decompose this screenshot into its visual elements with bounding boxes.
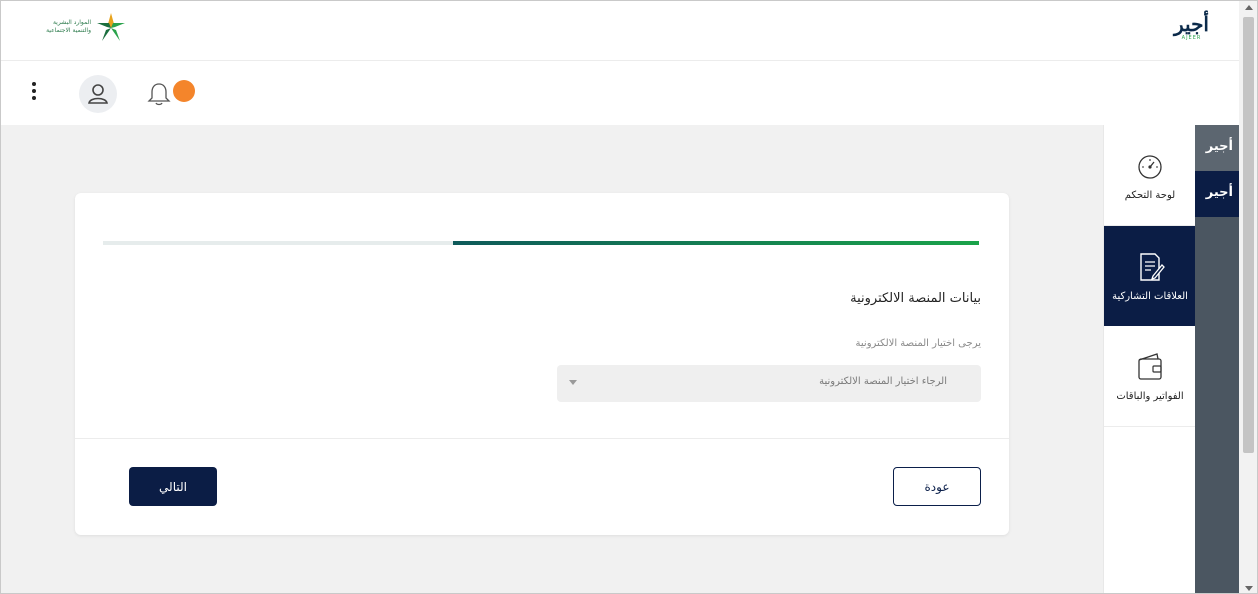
scroll-up-icon[interactable] <box>1245 5 1253 10</box>
bell-icon[interactable] <box>146 81 172 107</box>
rail-item-ajeer[interactable]: أجير <box>1195 125 1239 171</box>
top-header: الموارد البشرية والتنمية الاجتماعية أجير… <box>1 1 1239 61</box>
platform-select[interactable]: الرجاء اختيار المنصة الالكترونية <box>557 365 981 402</box>
scroll-thumb[interactable] <box>1243 17 1254 453</box>
sidebar-item-label: لوحة التحكم <box>1124 190 1176 201</box>
sidebar: لوحة التحكم العلاقات التشاركية الفواتير … <box>1103 125 1196 593</box>
app-rail: أجير أجير <box>1195 125 1239 593</box>
sidebar-item-label: العلاقات التشاركية <box>1112 291 1188 302</box>
platform-select-placeholder: الرجاء اختيار المنصة الالكترونية <box>819 376 947 387</box>
ministry-star-icon <box>97 13 125 41</box>
speedometer-icon <box>1138 155 1162 179</box>
ajeer-logo-word: أجير <box>1174 12 1209 36</box>
card-divider <box>75 438 1009 439</box>
ministry-logo: الموارد البشرية والتنمية الاجتماعية <box>29 11 139 45</box>
sidebar-item-partnerships[interactable]: العلاقات التشاركية <box>1104 226 1196 326</box>
app-window: الموارد البشرية والتنمية الاجتماعية أجير… <box>0 0 1258 594</box>
platform-field-label: يرجى اختيار المنصة الالكترونية <box>855 338 981 349</box>
sidebar-item-invoices[interactable]: الفواتير والباقات <box>1104 326 1196 426</box>
wizard-card: بيانات المنصة الالكترونية يرجى اختيار ال… <box>75 193 1009 535</box>
rail-item-ajeer-active[interactable]: أجير <box>1195 171 1239 217</box>
next-button[interactable]: التالي <box>129 467 217 506</box>
wallet-icon <box>1138 353 1162 380</box>
sidebar-item-label: الفواتير والباقات <box>1116 391 1184 402</box>
sidebar-item-dashboard[interactable]: لوحة التحكم <box>1104 125 1196 225</box>
progress-track <box>103 241 979 245</box>
ministry-logo-text: الموارد البشرية والتنمية الاجتماعية <box>46 19 91 34</box>
document-edit-icon <box>1140 253 1165 281</box>
user-avatar[interactable] <box>79 75 117 113</box>
ajeer-logo[interactable]: أجير AJEER <box>1174 13 1209 41</box>
user-icon <box>88 84 108 104</box>
chevron-down-icon <box>569 380 577 385</box>
more-options-icon[interactable] <box>29 82 39 104</box>
progress-fill <box>453 241 979 245</box>
back-button[interactable]: عودة <box>893 467 981 506</box>
user-toolbar <box>1 61 1239 125</box>
scroll-down-icon[interactable] <box>1245 586 1253 591</box>
vertical-scrollbar[interactable] <box>1239 1 1257 593</box>
section-title: بيانات المنصة الالكترونية <box>850 291 981 306</box>
notification-badge[interactable] <box>173 80 195 102</box>
